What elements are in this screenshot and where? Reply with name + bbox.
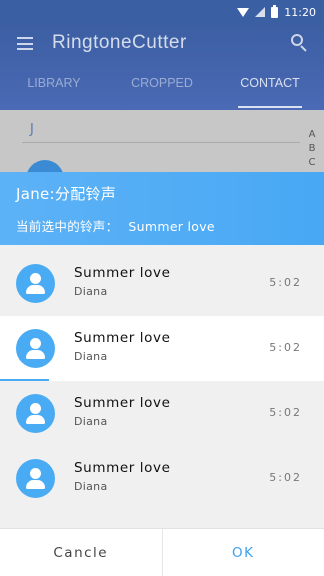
song-duration: 5:02 <box>269 341 302 354</box>
person-icon <box>16 459 55 498</box>
section-header: J <box>30 122 34 137</box>
ok-button[interactable]: OK <box>163 529 324 576</box>
menu-icon[interactable] <box>17 37 33 50</box>
app-bar: RingtoneCutter LIBRARY CROPPED CONTACT <box>0 24 324 110</box>
wifi-icon <box>237 7 250 17</box>
song-title: Summer love <box>74 265 171 281</box>
status-time: 11:20 <box>284 5 316 19</box>
battery-icon <box>271 4 279 18</box>
song-artist: Diana <box>74 350 108 363</box>
song-artist: Diana <box>74 480 108 493</box>
assign-ringtone-dialog: Jane:分配铃声 当前选中的铃声： Summer love Summer lov… <box>0 172 324 576</box>
app-title: RingtoneCutter <box>52 32 187 53</box>
tab-cropped[interactable]: CROPPED <box>108 68 216 110</box>
person-icon <box>16 329 55 368</box>
current-ringtone-value: Summer love <box>128 219 215 234</box>
ringtone-item-selected[interactable]: Summer love Diana 5:02 <box>0 316 324 381</box>
dialog-header: Jane:分配铃声 当前选中的铃声： Summer love <box>0 172 324 245</box>
ringtone-item[interactable]: Summer love Diana 5:02 <box>0 251 324 316</box>
song-title: Summer love <box>74 395 171 411</box>
song-title: Summer love <box>74 330 171 346</box>
tab-contact[interactable]: CONTACT <box>216 68 324 110</box>
song-artist: Diana <box>74 415 108 428</box>
dialog-title: Jane:分配铃声 <box>16 185 117 203</box>
status-bar: 11:20 <box>0 0 324 24</box>
song-duration: 5:02 <box>269 471 302 484</box>
ringtone-item[interactable]: Summer love Diana 5:02 <box>0 446 324 511</box>
ringtone-item[interactable]: Summer love Diana 5:02 <box>0 381 324 446</box>
section-divider <box>22 142 300 143</box>
song-title: Summer love <box>74 460 171 476</box>
signal-icon <box>255 7 266 17</box>
ringtone-list: Summer love Diana 5:02 Summer love Diana… <box>0 251 324 511</box>
tab-library[interactable]: LIBRARY <box>0 68 108 110</box>
song-duration: 5:02 <box>269 406 302 419</box>
song-duration: 5:02 <box>269 276 302 289</box>
person-icon <box>16 394 55 433</box>
cancel-button[interactable]: Cancle <box>0 529 163 576</box>
index-letter[interactable]: A <box>309 128 316 142</box>
current-ringtone: 当前选中的铃声： Summer love <box>16 216 324 235</box>
alphabet-index[interactable]: A B C <box>306 128 318 170</box>
search-icon[interactable] <box>291 34 309 52</box>
index-letter[interactable]: B <box>309 142 316 156</box>
person-icon <box>16 264 55 303</box>
current-ringtone-label: 当前选中的铃声： <box>16 219 119 234</box>
index-letter[interactable]: C <box>309 156 316 170</box>
song-artist: Diana <box>74 285 108 298</box>
tab-bar: LIBRARY CROPPED CONTACT <box>0 68 324 110</box>
dialog-actions: Cancle OK <box>0 528 324 576</box>
